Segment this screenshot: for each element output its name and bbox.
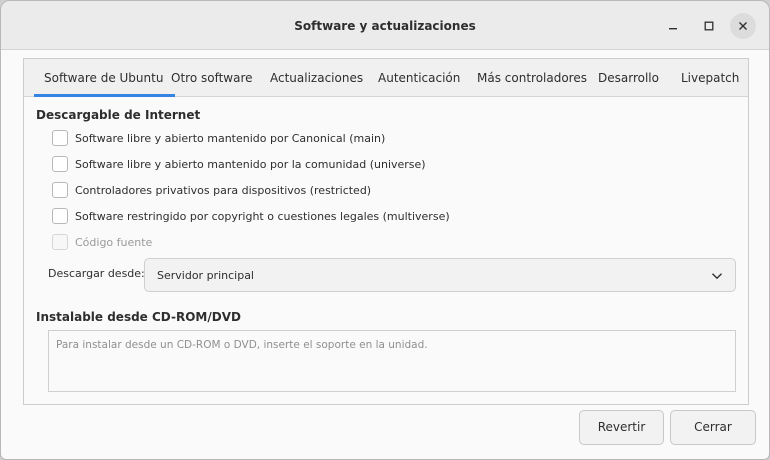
minimize-button[interactable]	[660, 13, 686, 39]
option-source-code-label: Código fuente	[75, 235, 153, 249]
close-icon	[739, 22, 747, 30]
tab-desarrollo[interactable]: Desarrollo	[598, 59, 659, 96]
internet-section-heading: Descargable de Internet	[36, 108, 201, 122]
checkbox-multiverse[interactable]	[52, 208, 68, 224]
cdrom-section-heading: Instalable desde CD-ROM/DVD	[36, 310, 241, 324]
checkbox-main[interactable]	[52, 130, 68, 146]
maximize-icon	[704, 21, 714, 31]
checkbox-universe[interactable]	[52, 156, 68, 172]
download-from-label: Descargar desde:	[48, 267, 145, 280]
tab-otro-software[interactable]: Otro software	[171, 59, 253, 96]
revert-button[interactable]: Revertir	[579, 410, 664, 445]
option-restricted[interactable]: Controladores privativos para dispositiv…	[52, 181, 371, 199]
option-multiverse[interactable]: Software restringido por copyright o cue…	[52, 207, 450, 225]
chevron-down-icon	[712, 273, 722, 280]
close-button[interactable]: Cerrar	[670, 410, 756, 445]
option-universe-label: Software libre y abierto mantenido por l…	[75, 157, 426, 171]
cdrom-info-box: Para instalar desde un CD-ROM o DVD, ins…	[48, 330, 736, 392]
software-updates-window: Software y actualizaciones Software de U…	[0, 0, 770, 460]
option-main-label: Software libre y abierto mantenido por C…	[75, 131, 386, 145]
close-window-button[interactable]	[730, 13, 756, 39]
window-title: Software y actualizaciones	[294, 19, 476, 33]
option-multiverse-label: Software restringido por copyright o cue…	[75, 209, 450, 223]
minimize-icon	[669, 28, 677, 30]
title-bar[interactable]: Software y actualizaciones	[1, 1, 769, 50]
download-server-dropdown[interactable]: Servidor principal	[144, 258, 736, 292]
tab-actualizaciones[interactable]: Actualizaciones	[270, 59, 363, 96]
cdrom-info-text: Para instalar desde un CD-ROM o DVD, ins…	[56, 339, 428, 351]
option-source-code: Código fuente	[52, 233, 152, 251]
option-main[interactable]: Software libre y abierto mantenido por C…	[52, 129, 385, 147]
tab-livepatch[interactable]: Livepatch	[681, 59, 739, 96]
download-server-value: Servidor principal	[157, 269, 254, 282]
tab-software-de-ubuntu[interactable]: Software de Ubuntu	[33, 59, 176, 97]
tab-autenticacion[interactable]: Autenticación	[378, 59, 460, 96]
tab-notebook: Software de Ubuntu Otro software Actuali…	[23, 58, 749, 405]
maximize-button[interactable]	[696, 13, 722, 39]
option-universe[interactable]: Software libre y abierto mantenido por l…	[52, 155, 426, 173]
option-restricted-label: Controladores privativos para dispositiv…	[75, 183, 372, 197]
checkbox-restricted[interactable]	[52, 182, 68, 198]
tab-bar: Software de Ubuntu Otro software Actuali…	[24, 59, 748, 97]
tab-mas-controladores[interactable]: Más controladores	[477, 59, 587, 96]
checkbox-source-code	[52, 234, 68, 250]
